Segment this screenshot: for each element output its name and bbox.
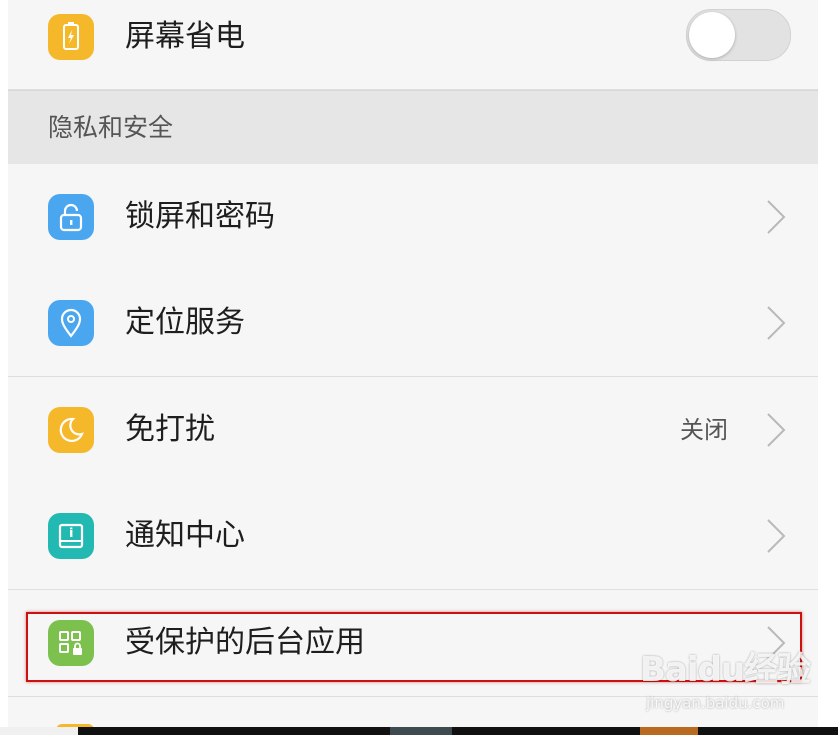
taskbar-segment: [390, 727, 452, 735]
row-label: 免打扰: [125, 412, 215, 447]
chevron-right-icon: [767, 200, 786, 234]
section-title: 隐私和安全: [48, 113, 174, 142]
chevron-right-icon: [767, 306, 786, 340]
screen-power-saving-toggle[interactable]: [686, 9, 791, 61]
row-screen-power-saving[interactable]: 屏幕省电: [8, 0, 818, 90]
row-label: 屏幕省电: [125, 19, 245, 54]
row-location-services[interactable]: 定位服务: [8, 270, 818, 377]
row-notification-center[interactable]: 通知中心: [8, 483, 818, 590]
bottom-taskbar-strip: [0, 727, 838, 735]
taskbar-segment: [640, 727, 698, 735]
unlocked-padlock-icon: [48, 194, 94, 240]
highlight-box: [26, 612, 802, 682]
chevron-right-icon: [767, 413, 786, 447]
battery-lightning-icon: [48, 14, 94, 60]
row-value: 关闭: [680, 416, 728, 444]
row-label: 定位服务: [125, 305, 245, 340]
row-lock-screen-password[interactable]: 锁屏和密码: [8, 164, 818, 271]
toggle-knob: [689, 12, 735, 58]
row-label: 通知中心: [125, 518, 245, 553]
location-pin-icon: [48, 300, 94, 346]
notification-panel-icon: [48, 513, 94, 559]
taskbar-segment: [0, 727, 78, 735]
chevron-right-icon: [767, 519, 786, 553]
crescent-moon-icon: [48, 407, 94, 453]
row-label: 锁屏和密码: [125, 199, 275, 234]
section-header-privacy: 隐私和安全: [8, 90, 818, 165]
row-do-not-disturb[interactable]: 免打扰 关闭: [8, 377, 818, 484]
